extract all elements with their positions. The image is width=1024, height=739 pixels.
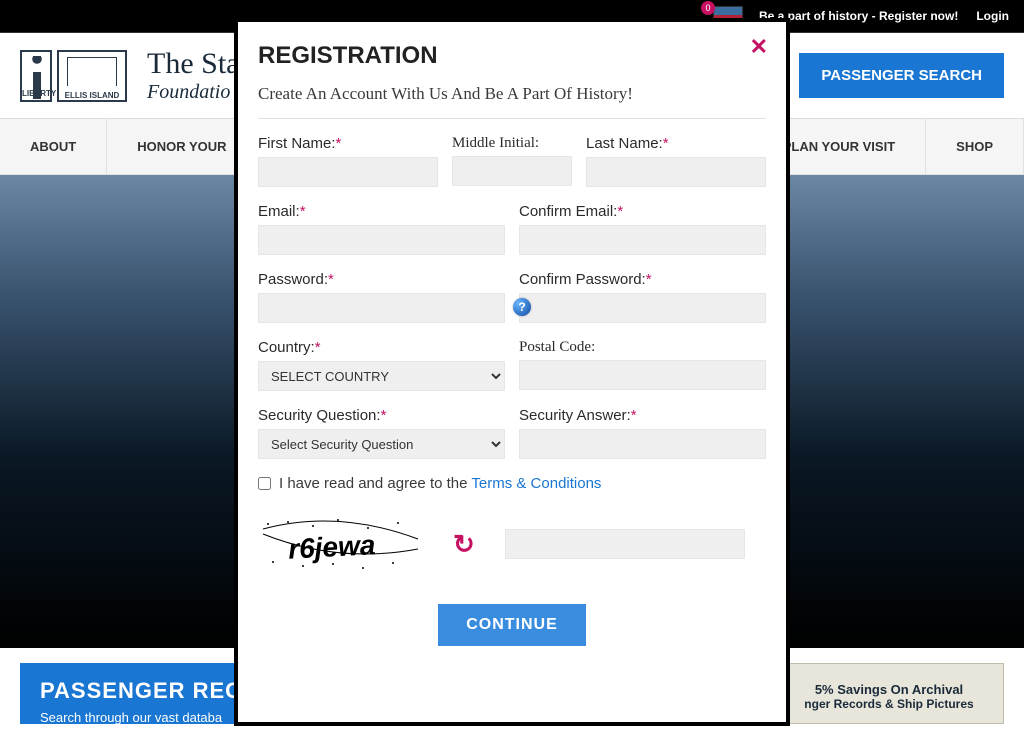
security-question-select[interactable]: Select Security Question (258, 429, 505, 459)
captcha-image: r6jewa (258, 514, 423, 574)
first-name-input[interactable] (258, 157, 438, 187)
terms-text: I have read and agree to the Terms & Con… (279, 475, 601, 492)
svg-text:r6jewa: r6jewa (287, 529, 376, 565)
middle-initial-label: Middle Initial: (452, 135, 572, 152)
modal-title: REGISTRATION (258, 42, 766, 70)
help-icon[interactable]: ? (513, 298, 531, 316)
last-name-label: Last Name:* (586, 135, 766, 153)
country-select[interactable]: SELECT COUNTRY (258, 361, 505, 391)
terms-checkbox[interactable] (258, 477, 271, 490)
postal-label: Postal Code: (519, 339, 766, 356)
confirm-password-label: Confirm Password:* (519, 271, 766, 289)
captcha-input[interactable] (505, 529, 745, 559)
registration-form: First Name:* Middle Initial: Last Name:* (258, 135, 766, 646)
security-answer-input[interactable] (519, 429, 766, 459)
continue-button[interactable]: CONTINUE (438, 604, 586, 646)
email-label: Email:* (258, 203, 505, 221)
modal-overlay: ✕ REGISTRATION Create An Account With Us… (0, 0, 1024, 739)
middle-initial-input[interactable] (452, 156, 572, 186)
terms-link[interactable]: Terms & Conditions (471, 475, 601, 492)
registration-modal: ✕ REGISTRATION Create An Account With Us… (234, 18, 790, 726)
first-name-label: First Name:* (258, 135, 438, 153)
country-label: Country:* (258, 339, 505, 357)
email-input[interactable] (258, 225, 505, 255)
password-input[interactable] (258, 293, 505, 323)
security-question-label: Security Question:* (258, 407, 505, 425)
confirm-email-input[interactable] (519, 225, 766, 255)
postal-input[interactable] (519, 360, 766, 390)
security-answer-label: Security Answer:* (519, 407, 766, 425)
confirm-password-input[interactable] (519, 293, 766, 323)
divider (258, 118, 766, 119)
last-name-input[interactable] (586, 157, 766, 187)
password-label: Password:* (258, 271, 505, 289)
modal-subtitle: Create An Account With Us And Be A Part … (258, 84, 766, 104)
confirm-email-label: Confirm Email:* (519, 203, 766, 221)
refresh-icon[interactable]: ↻ (453, 529, 475, 560)
close-icon[interactable]: ✕ (750, 36, 768, 58)
